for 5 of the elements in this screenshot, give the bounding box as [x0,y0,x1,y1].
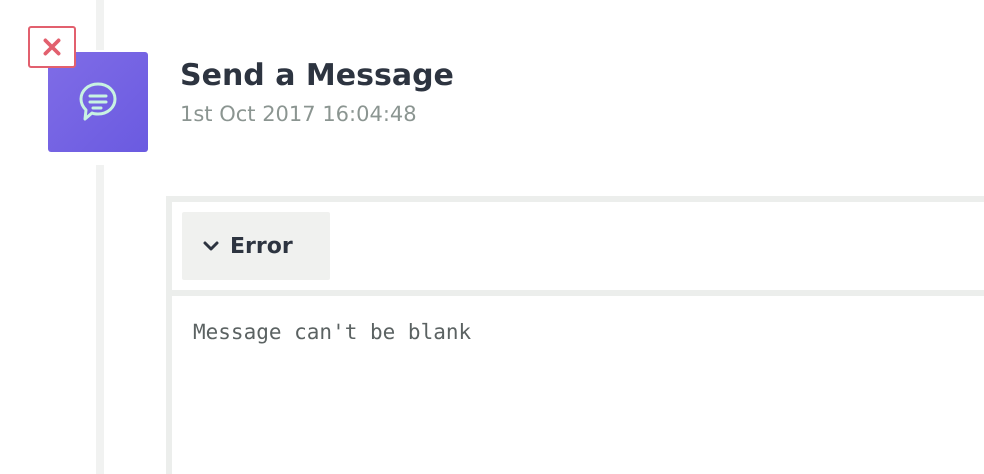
error-toggle-button[interactable]: Error [182,212,330,280]
chat-icon [48,52,148,152]
event-title: Send a Message [180,57,454,95]
event-timestamp: 1st Oct 2017 16:04:48 [180,101,418,128]
error-message: Message can't be blank [192,319,472,346]
